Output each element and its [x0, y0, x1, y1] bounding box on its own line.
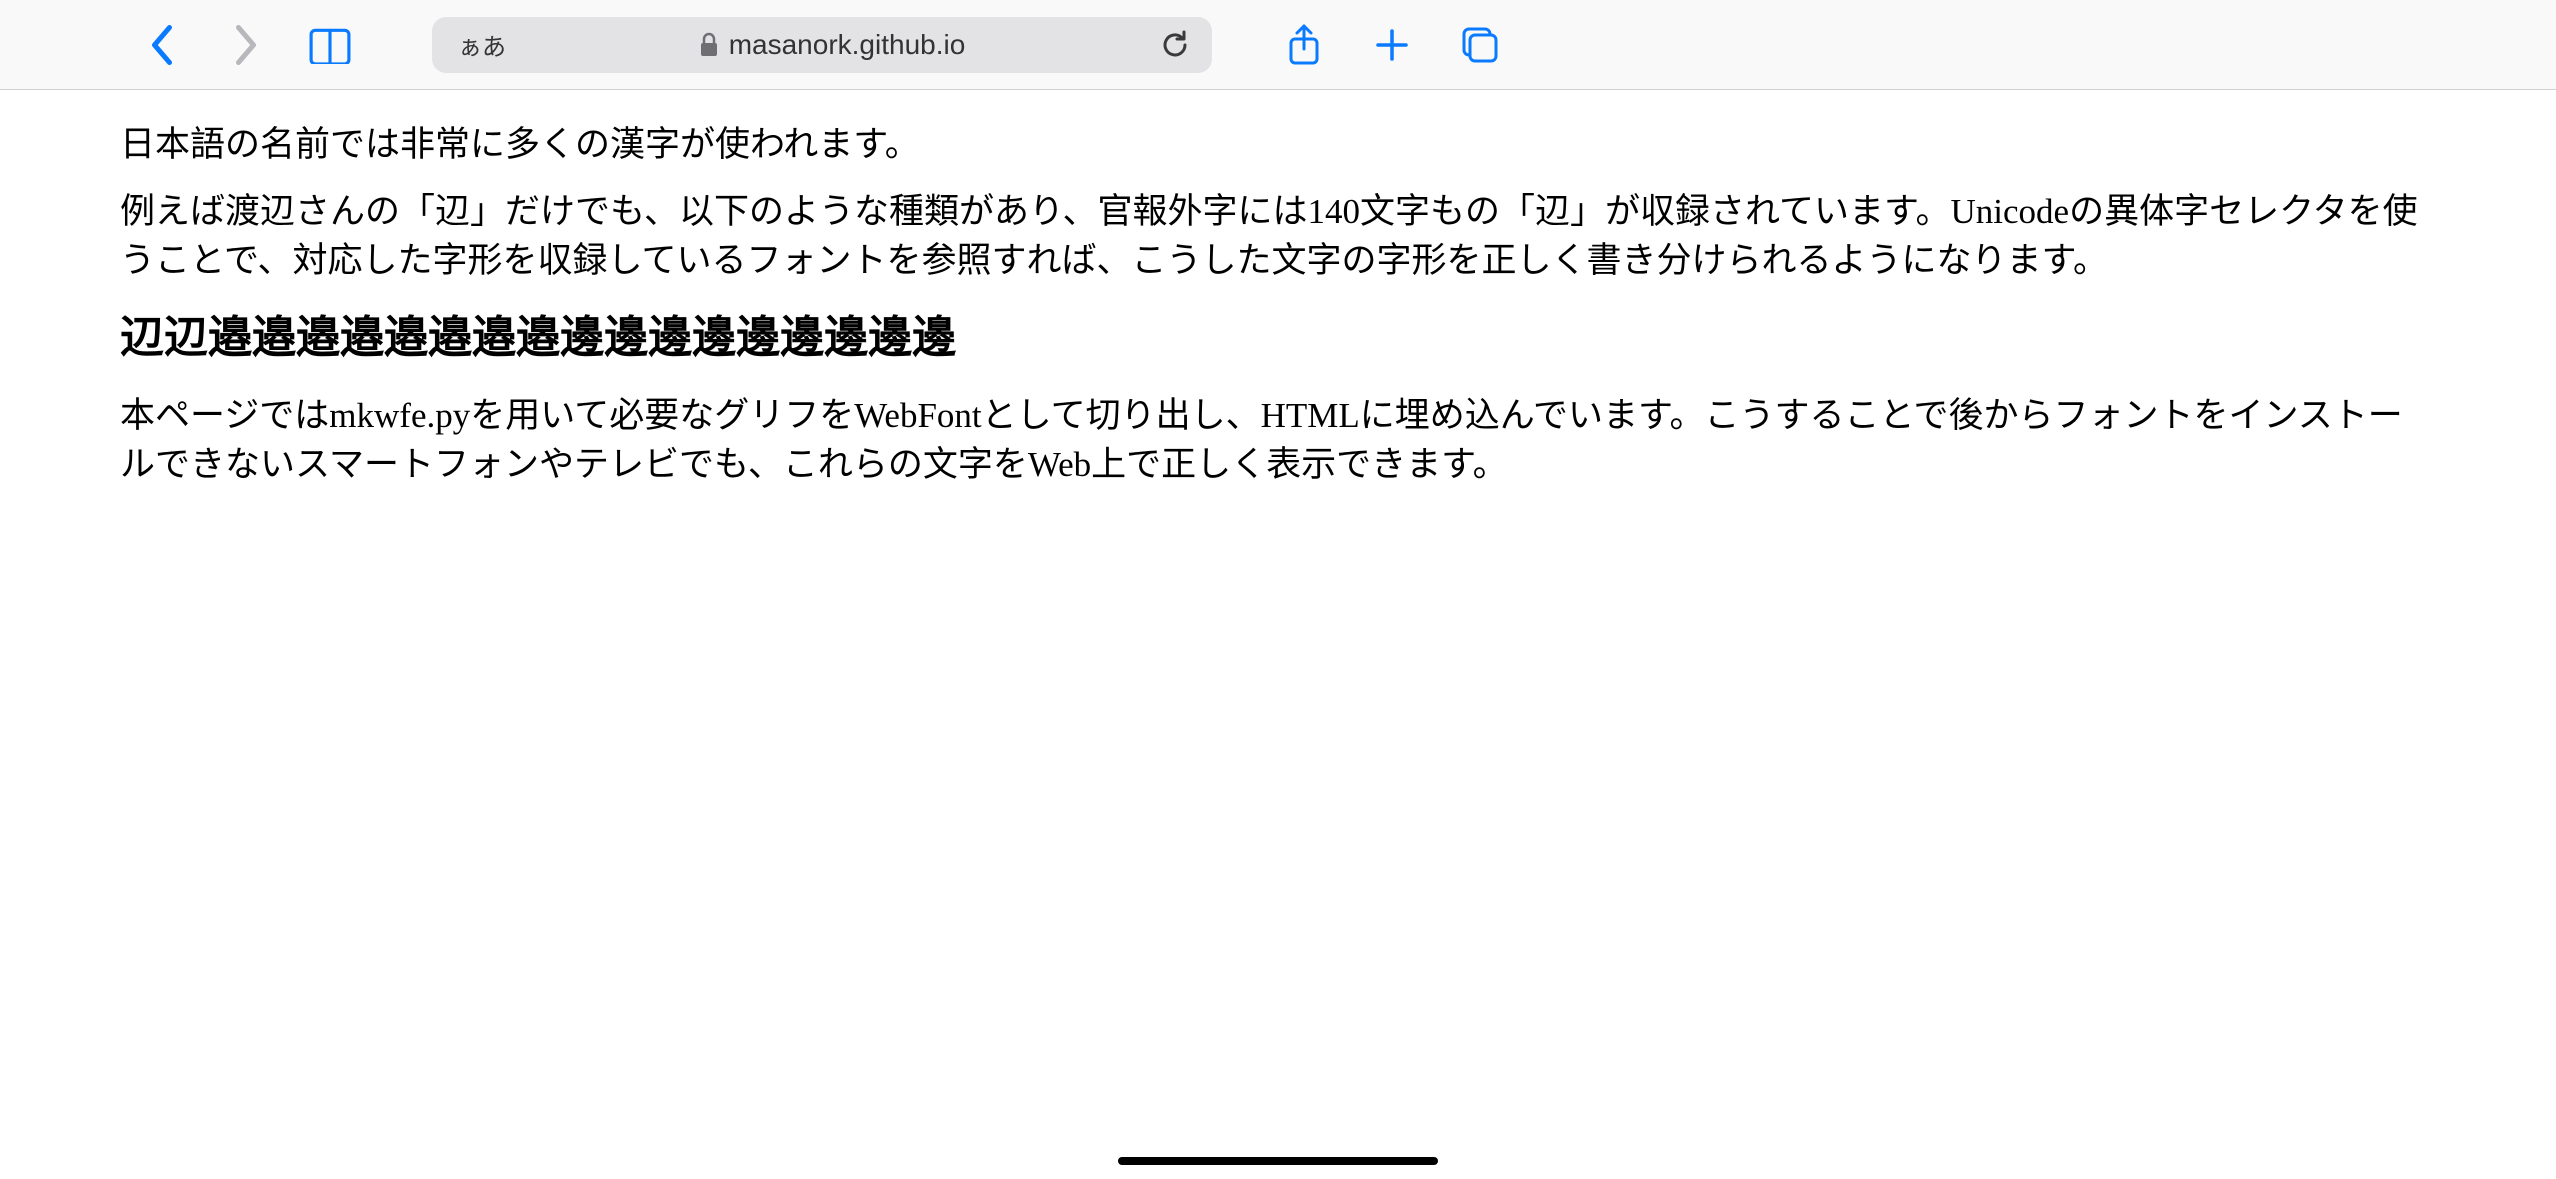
bookmarks-button[interactable]: [308, 23, 352, 67]
lock-icon: [699, 32, 719, 58]
nav-group: [140, 23, 352, 67]
toolbar-right-group: [1282, 23, 1502, 67]
address-bar-center: masanork.github.io: [518, 29, 1146, 61]
back-button[interactable]: [140, 23, 184, 67]
page-content: 日本語の名前では非常に多くの漢字が使われます。 例えば渡辺さんの「辺」だけでも、…: [0, 90, 2556, 489]
paragraph-1: 日本語の名前では非常に多くの漢字が使われます。: [120, 120, 2436, 169]
paragraph-3: 本ページではmkwfe.pyを用いて必要なグリフをWebFontとして切り出し、…: [120, 391, 2436, 489]
home-indicator[interactable]: [1118, 1157, 1438, 1165]
browser-toolbar: ぁあ masanork.github.io: [0, 0, 2556, 90]
address-bar[interactable]: ぁあ masanork.github.io: [432, 17, 1212, 73]
url-text: masanork.github.io: [729, 29, 966, 61]
new-tab-button[interactable]: [1370, 23, 1414, 67]
reload-button[interactable]: [1158, 23, 1192, 67]
share-button[interactable]: [1282, 23, 1326, 67]
text-size-button[interactable]: ぁあ: [458, 27, 506, 62]
variants-heading: 辺辺邉邉邉邉邉邉邉邉邊邊邊邊邊邊邊邊邊: [120, 307, 2436, 369]
tabs-button[interactable]: [1458, 23, 1502, 67]
paragraph-2: 例えば渡辺さんの「辺」だけでも、以下のような種類があり、官報外字には140文字も…: [120, 187, 2436, 285]
forward-button[interactable]: [224, 23, 268, 67]
